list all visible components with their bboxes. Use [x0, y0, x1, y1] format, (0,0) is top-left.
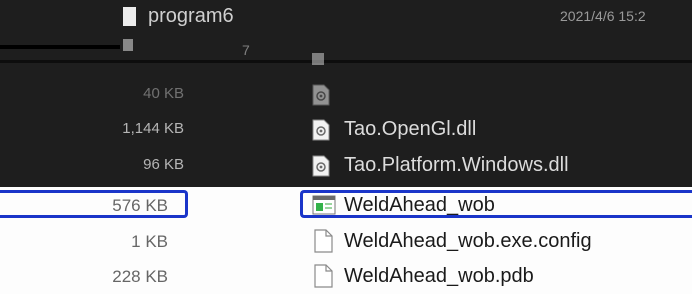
dll-icon: [312, 119, 330, 141]
file-row[interactable]: 1,144 KB Tao.OpenGl.dll: [0, 113, 692, 147]
file-icon: [123, 39, 133, 51]
file-row[interactable]: 1 KB WeldAhead_wob.exe.config: [0, 223, 692, 259]
file-icon: [314, 264, 333, 288]
file-size: 576 KB: [112, 196, 168, 215]
file-name: program6: [148, 5, 234, 27]
exe-icon: [312, 195, 336, 215]
file-row[interactable]: 40 KB: [0, 78, 692, 112]
file-icon: [314, 229, 333, 253]
file-row[interactable]: 228 KB WeldAhead_wob.pdb: [0, 258, 692, 294]
file-name: Tao.Platform.Windows.dll: [344, 154, 569, 176]
file-row-program6[interactable]: program6 2021/4/6 15:2: [0, 0, 692, 34]
file-size: 40 KB: [143, 85, 184, 102]
file-icon: [123, 7, 136, 26]
file-name: WeldAhead_wob.exe.config: [344, 230, 592, 252]
file-name: WeldAhead_wob.pdb: [344, 265, 534, 287]
dll-icon: [312, 53, 324, 65]
file-row[interactable]: 96 KB Tao.Platform.Windows.dll: [0, 149, 692, 183]
file-name: 7: [242, 42, 250, 58]
file-size: 228 KB: [112, 267, 168, 286]
file-row-selected[interactable]: 576 KB WeldAhead_wob: [0, 187, 692, 223]
file-size: 1,144 KB: [122, 120, 184, 137]
dll-icon: [312, 84, 330, 106]
dll-icon: [312, 155, 330, 177]
file-size: 96 KB: [143, 156, 184, 173]
file-row[interactable]: 7: [0, 34, 692, 68]
file-name: WeldAhead_wob: [344, 194, 495, 216]
file-list-light-region: 576 KB WeldAhead_wob 1 KB WeldAhead_wob.…: [0, 187, 692, 294]
file-date: 2021/4/6 15:2: [560, 8, 646, 24]
file-size: 1 KB: [131, 232, 168, 251]
file-list-dark-region: program6 2021/4/6 15:2 7 40 KB 1,144 KB: [0, 0, 692, 187]
file-name: Tao.OpenGl.dll: [344, 118, 477, 140]
